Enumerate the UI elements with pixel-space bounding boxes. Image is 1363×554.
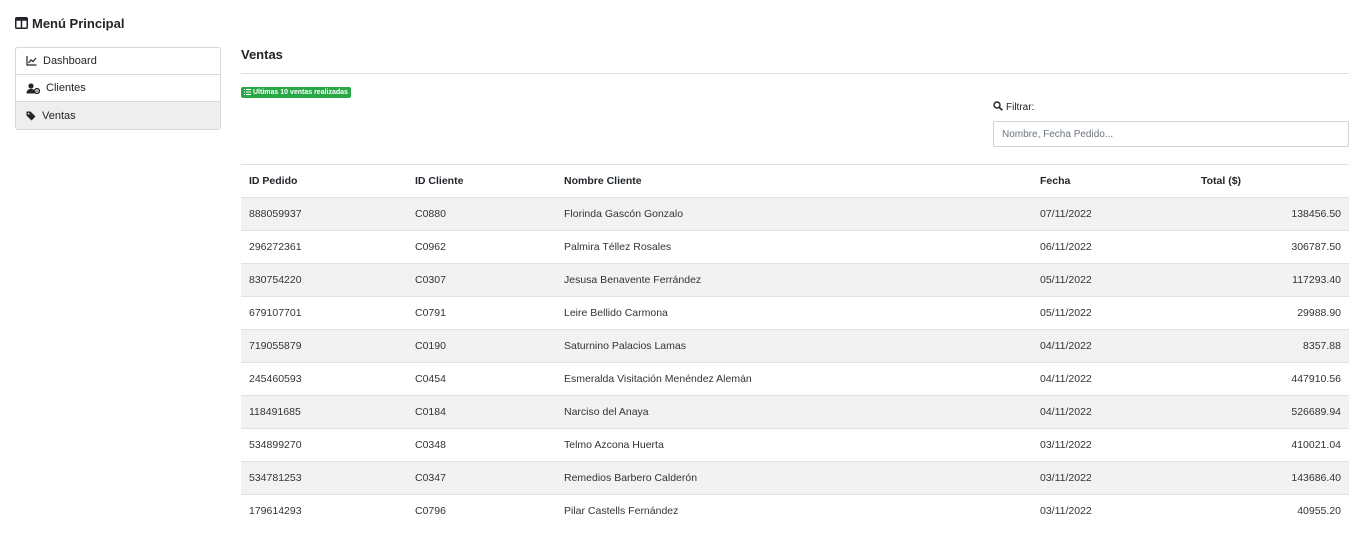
sidebar-item-label: Dashboard <box>43 55 97 67</box>
search-icon <box>993 100 1003 114</box>
cell-id-cliente: C0454 <box>407 362 556 396</box>
sidebar: Menú Principal Dashboard Clientes Ventas <box>15 14 221 130</box>
cell-id-cliente: C0190 <box>407 329 556 363</box>
table-columns-icon <box>15 17 28 29</box>
table-row: 179614293 C0796 Pilar Castells Fernández… <box>241 494 1349 528</box>
list-icon <box>244 88 251 97</box>
column-header-id-cliente[interactable]: ID Cliente <box>407 164 556 198</box>
table-header-row: ID Pedido ID Cliente Nombre Cliente Fech… <box>241 164 1349 198</box>
cell-fecha: 07/11/2022 <box>1032 197 1193 231</box>
menu-title-text: Menú Principal <box>32 15 125 31</box>
cell-fecha: 06/11/2022 <box>1032 230 1193 264</box>
cell-total: 117293.40 <box>1193 263 1349 297</box>
table-row: 296272361 C0962 Palmira Téllez Rosales 0… <box>241 230 1349 264</box>
table-row: 534899270 C0348 Telmo Azcona Huerta 03/1… <box>241 428 1349 462</box>
sidebar-item-ventas[interactable]: Ventas <box>16 102 220 129</box>
cell-id-cliente: C0307 <box>407 263 556 297</box>
cell-nombre-cliente: Palmira Téllez Rosales <box>556 230 1032 264</box>
sidebar-item-clientes[interactable]: Clientes <box>16 75 220 102</box>
sidebar-item-label: Clientes <box>46 82 86 94</box>
table-row: 534781253 C0347 Remedios Barbero Calderó… <box>241 461 1349 495</box>
cell-fecha: 03/11/2022 <box>1032 461 1193 495</box>
cell-id-cliente: C0347 <box>407 461 556 495</box>
column-header-nombre-cliente[interactable]: Nombre Cliente <box>556 164 1032 198</box>
cell-fecha: 05/11/2022 <box>1032 296 1193 330</box>
cell-id-pedido: 296272361 <box>241 230 407 264</box>
cell-id-cliente: C0796 <box>407 494 556 528</box>
column-header-total[interactable]: Total ($) <box>1193 164 1349 198</box>
cell-id-cliente: C0962 <box>407 230 556 264</box>
cell-fecha: 04/11/2022 <box>1032 395 1193 429</box>
cell-total: 8357.88 <box>1193 329 1349 363</box>
table-row: 888059937 C0880 Florinda Gascón Gonzalo … <box>241 197 1349 231</box>
users-cog-icon <box>26 82 40 94</box>
cell-id-pedido: 245460593 <box>241 362 407 396</box>
table-row: 245460593 C0454 Esmeralda Visitación Men… <box>241 362 1349 396</box>
cell-nombre-cliente: Remedios Barbero Calderón <box>556 461 1032 495</box>
cell-id-pedido: 679107701 <box>241 296 407 330</box>
cell-total: 143686.40 <box>1193 461 1349 495</box>
filter-label-text: Filtrar: <box>1006 101 1035 113</box>
main-content: Ventas Ultimas 10 ventas realizadas Filt <box>241 45 1349 528</box>
cell-id-pedido: 118491685 <box>241 395 407 429</box>
cell-id-pedido: 534899270 <box>241 428 407 462</box>
sidebar-item-label: Ventas <box>42 109 76 122</box>
column-header-fecha[interactable]: Fecha <box>1032 164 1193 198</box>
cell-id-pedido: 888059937 <box>241 197 407 231</box>
cell-total: 306787.50 <box>1193 230 1349 264</box>
cell-id-pedido: 830754220 <box>241 263 407 297</box>
page-title: Ventas <box>241 47 283 62</box>
cell-fecha: 04/11/2022 <box>1032 362 1193 396</box>
cell-total: 447910.56 <box>1193 362 1349 396</box>
cell-nombre-cliente: Esmeralda Visitación Menéndez Alemán <box>556 362 1032 396</box>
cell-total: 29988.90 <box>1193 296 1349 330</box>
cell-total: 40955.20 <box>1193 494 1349 528</box>
cell-nombre-cliente: Jesusa Benavente Ferrández <box>556 263 1032 297</box>
cell-id-pedido: 534781253 <box>241 461 407 495</box>
tag-icon <box>26 111 36 121</box>
menu-list: Dashboard Clientes Ventas <box>15 47 221 130</box>
column-header-id-pedido[interactable]: ID Pedido <box>241 164 407 198</box>
cell-nombre-cliente: Narciso del Anaya <box>556 395 1032 429</box>
menu-title: Menú Principal <box>15 14 221 32</box>
chart-line-icon <box>26 56 37 66</box>
cell-id-pedido: 179614293 <box>241 494 407 528</box>
cell-id-cliente: C0791 <box>407 296 556 330</box>
cell-total: 138456.50 <box>1193 197 1349 231</box>
cell-fecha: 04/11/2022 <box>1032 329 1193 363</box>
cell-nombre-cliente: Telmo Azcona Huerta <box>556 428 1032 462</box>
filter-label: Filtrar: <box>993 100 1349 114</box>
sidebar-item-dashboard[interactable]: Dashboard <box>16 48 220 75</box>
badge-text: Ultimas 10 ventas realizadas <box>253 89 348 96</box>
filter: Filtrar: <box>993 100 1349 147</box>
table-row: 118491685 C0184 Narciso del Anaya 04/11/… <box>241 395 1349 429</box>
cell-total: 526689.94 <box>1193 395 1349 429</box>
table-row: 679107701 C0791 Leire Bellido Carmona 05… <box>241 296 1349 330</box>
cell-nombre-cliente: Saturnino Palacios Lamas <box>556 329 1032 363</box>
cell-id-cliente: C0184 <box>407 395 556 429</box>
divider <box>241 73 1349 74</box>
cell-id-cliente: C0348 <box>407 428 556 462</box>
sales-table: ID Pedido ID Cliente Nombre Cliente Fech… <box>241 164 1349 528</box>
cell-nombre-cliente: Florinda Gascón Gonzalo <box>556 197 1032 231</box>
cell-nombre-cliente: Leire Bellido Carmona <box>556 296 1032 330</box>
cell-fecha: 03/11/2022 <box>1032 428 1193 462</box>
cell-nombre-cliente: Pilar Castells Fernández <box>556 494 1032 528</box>
cell-total: 410021.04 <box>1193 428 1349 462</box>
table-row: 830754220 C0307 Jesusa Benavente Ferránd… <box>241 263 1349 297</box>
status-badge: Ultimas 10 ventas realizadas <box>241 87 351 98</box>
filter-input[interactable] <box>993 121 1349 147</box>
cell-id-pedido: 719055879 <box>241 329 407 363</box>
cell-id-cliente: C0880 <box>407 197 556 231</box>
cell-fecha: 05/11/2022 <box>1032 263 1193 297</box>
table-row: 719055879 C0190 Saturnino Palacios Lamas… <box>241 329 1349 363</box>
cell-fecha: 03/11/2022 <box>1032 494 1193 528</box>
